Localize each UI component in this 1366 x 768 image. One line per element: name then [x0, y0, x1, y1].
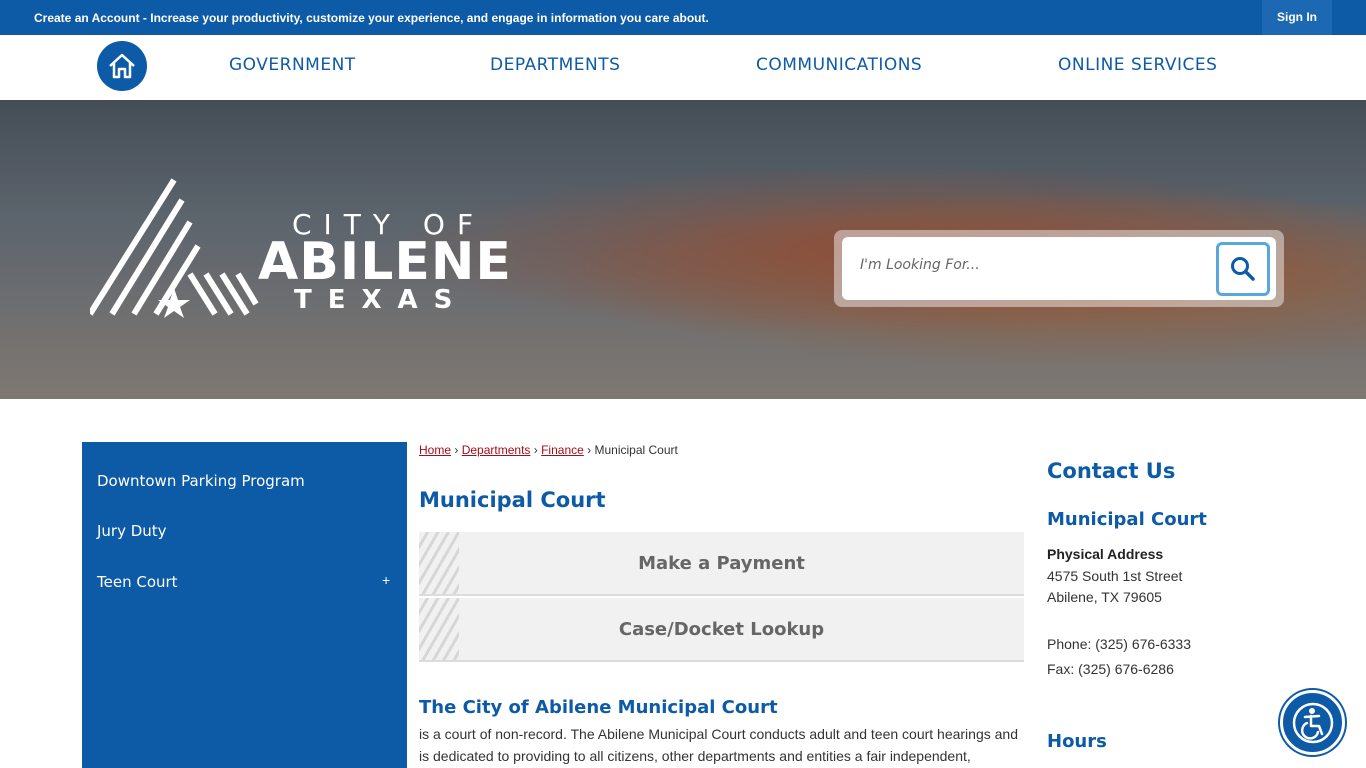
- create-account-link[interactable]: Create an Account - Increase your produc…: [34, 11, 709, 25]
- sidebar-item-jury-duty[interactable]: Jury Duty: [97, 522, 167, 540]
- breadcrumb-separator: ›: [533, 443, 538, 457]
- accessibility-icon: [1292, 702, 1333, 743]
- make-payment-label: Make a Payment: [638, 553, 805, 574]
- logo-text-abilene: ABILENE: [258, 232, 512, 292]
- make-payment-button[interactable]: Make a Payment: [419, 532, 1024, 596]
- address-label: Physical Address: [1047, 546, 1164, 562]
- nav-online-services[interactable]: ONLINE SERVICES: [1058, 55, 1217, 75]
- search-button[interactable]: [1216, 242, 1270, 296]
- city-logo-icon[interactable]: [90, 178, 260, 318]
- nav-government[interactable]: GOVERNMENT: [229, 55, 356, 75]
- fax-number: Fax: (325) 676-6286: [1047, 661, 1174, 677]
- contact-heading: Contact Us: [1047, 459, 1176, 483]
- breadcrumb-departments[interactable]: Departments: [462, 443, 531, 457]
- home-icon: [109, 53, 135, 79]
- main-nav: GOVERNMENT DEPARTMENTS COMMUNICATIONS ON…: [0, 35, 1366, 100]
- nav-departments[interactable]: DEPARTMENTS: [490, 55, 620, 75]
- sidebar-item-teen-court[interactable]: Teen Court: [97, 573, 178, 591]
- search-input[interactable]: [860, 257, 1190, 273]
- phone-number: Phone: (325) 676-6333: [1047, 636, 1191, 652]
- sidebar-nav: Downtown Parking Program Jury Duty Teen …: [82, 442, 407, 768]
- logo-text-texas: TEXAS: [294, 285, 469, 315]
- accessibility-button[interactable]: [1280, 690, 1345, 755]
- sidebar-item-downtown-parking[interactable]: Downtown Parking Program: [97, 472, 305, 490]
- section-heading: The City of Abilene Municipal Court: [419, 697, 778, 718]
- address-line-2: Abilene, TX 79605: [1047, 589, 1162, 605]
- address-line-1: 4575 South 1st Street: [1047, 568, 1183, 584]
- breadcrumb-home[interactable]: Home: [419, 443, 451, 457]
- hours-heading: Hours: [1047, 731, 1107, 752]
- account-bar: Create an Account - Increase your produc…: [0, 0, 1366, 35]
- home-button[interactable]: [97, 41, 147, 91]
- contact-name: Municipal Court: [1047, 509, 1207, 530]
- breadcrumb-current: Municipal Court: [594, 443, 678, 457]
- hero-banner: CITY OF ABILENE TEXAS: [0, 100, 1366, 399]
- case-docket-lookup-button[interactable]: Case/Docket Lookup: [419, 598, 1024, 662]
- sign-in-button[interactable]: Sign In: [1262, 0, 1332, 35]
- breadcrumb-finance[interactable]: Finance: [541, 443, 584, 457]
- search-box: [842, 237, 1276, 300]
- body-text: is a court of non-record. The Abilene Mu…: [419, 726, 1018, 764]
- search-container: [834, 230, 1284, 307]
- nav-communications[interactable]: COMMUNICATIONS: [756, 55, 922, 75]
- breadcrumb: Home › Departments › Finance › Municipal…: [419, 443, 678, 457]
- breadcrumb-separator: ›: [454, 443, 459, 457]
- expand-icon[interactable]: +: [382, 572, 390, 588]
- case-docket-lookup-label: Case/Docket Lookup: [618, 619, 825, 640]
- search-icon: [1231, 257, 1255, 281]
- breadcrumb-separator: ›: [587, 443, 592, 457]
- page-title: Municipal Court: [419, 488, 606, 512]
